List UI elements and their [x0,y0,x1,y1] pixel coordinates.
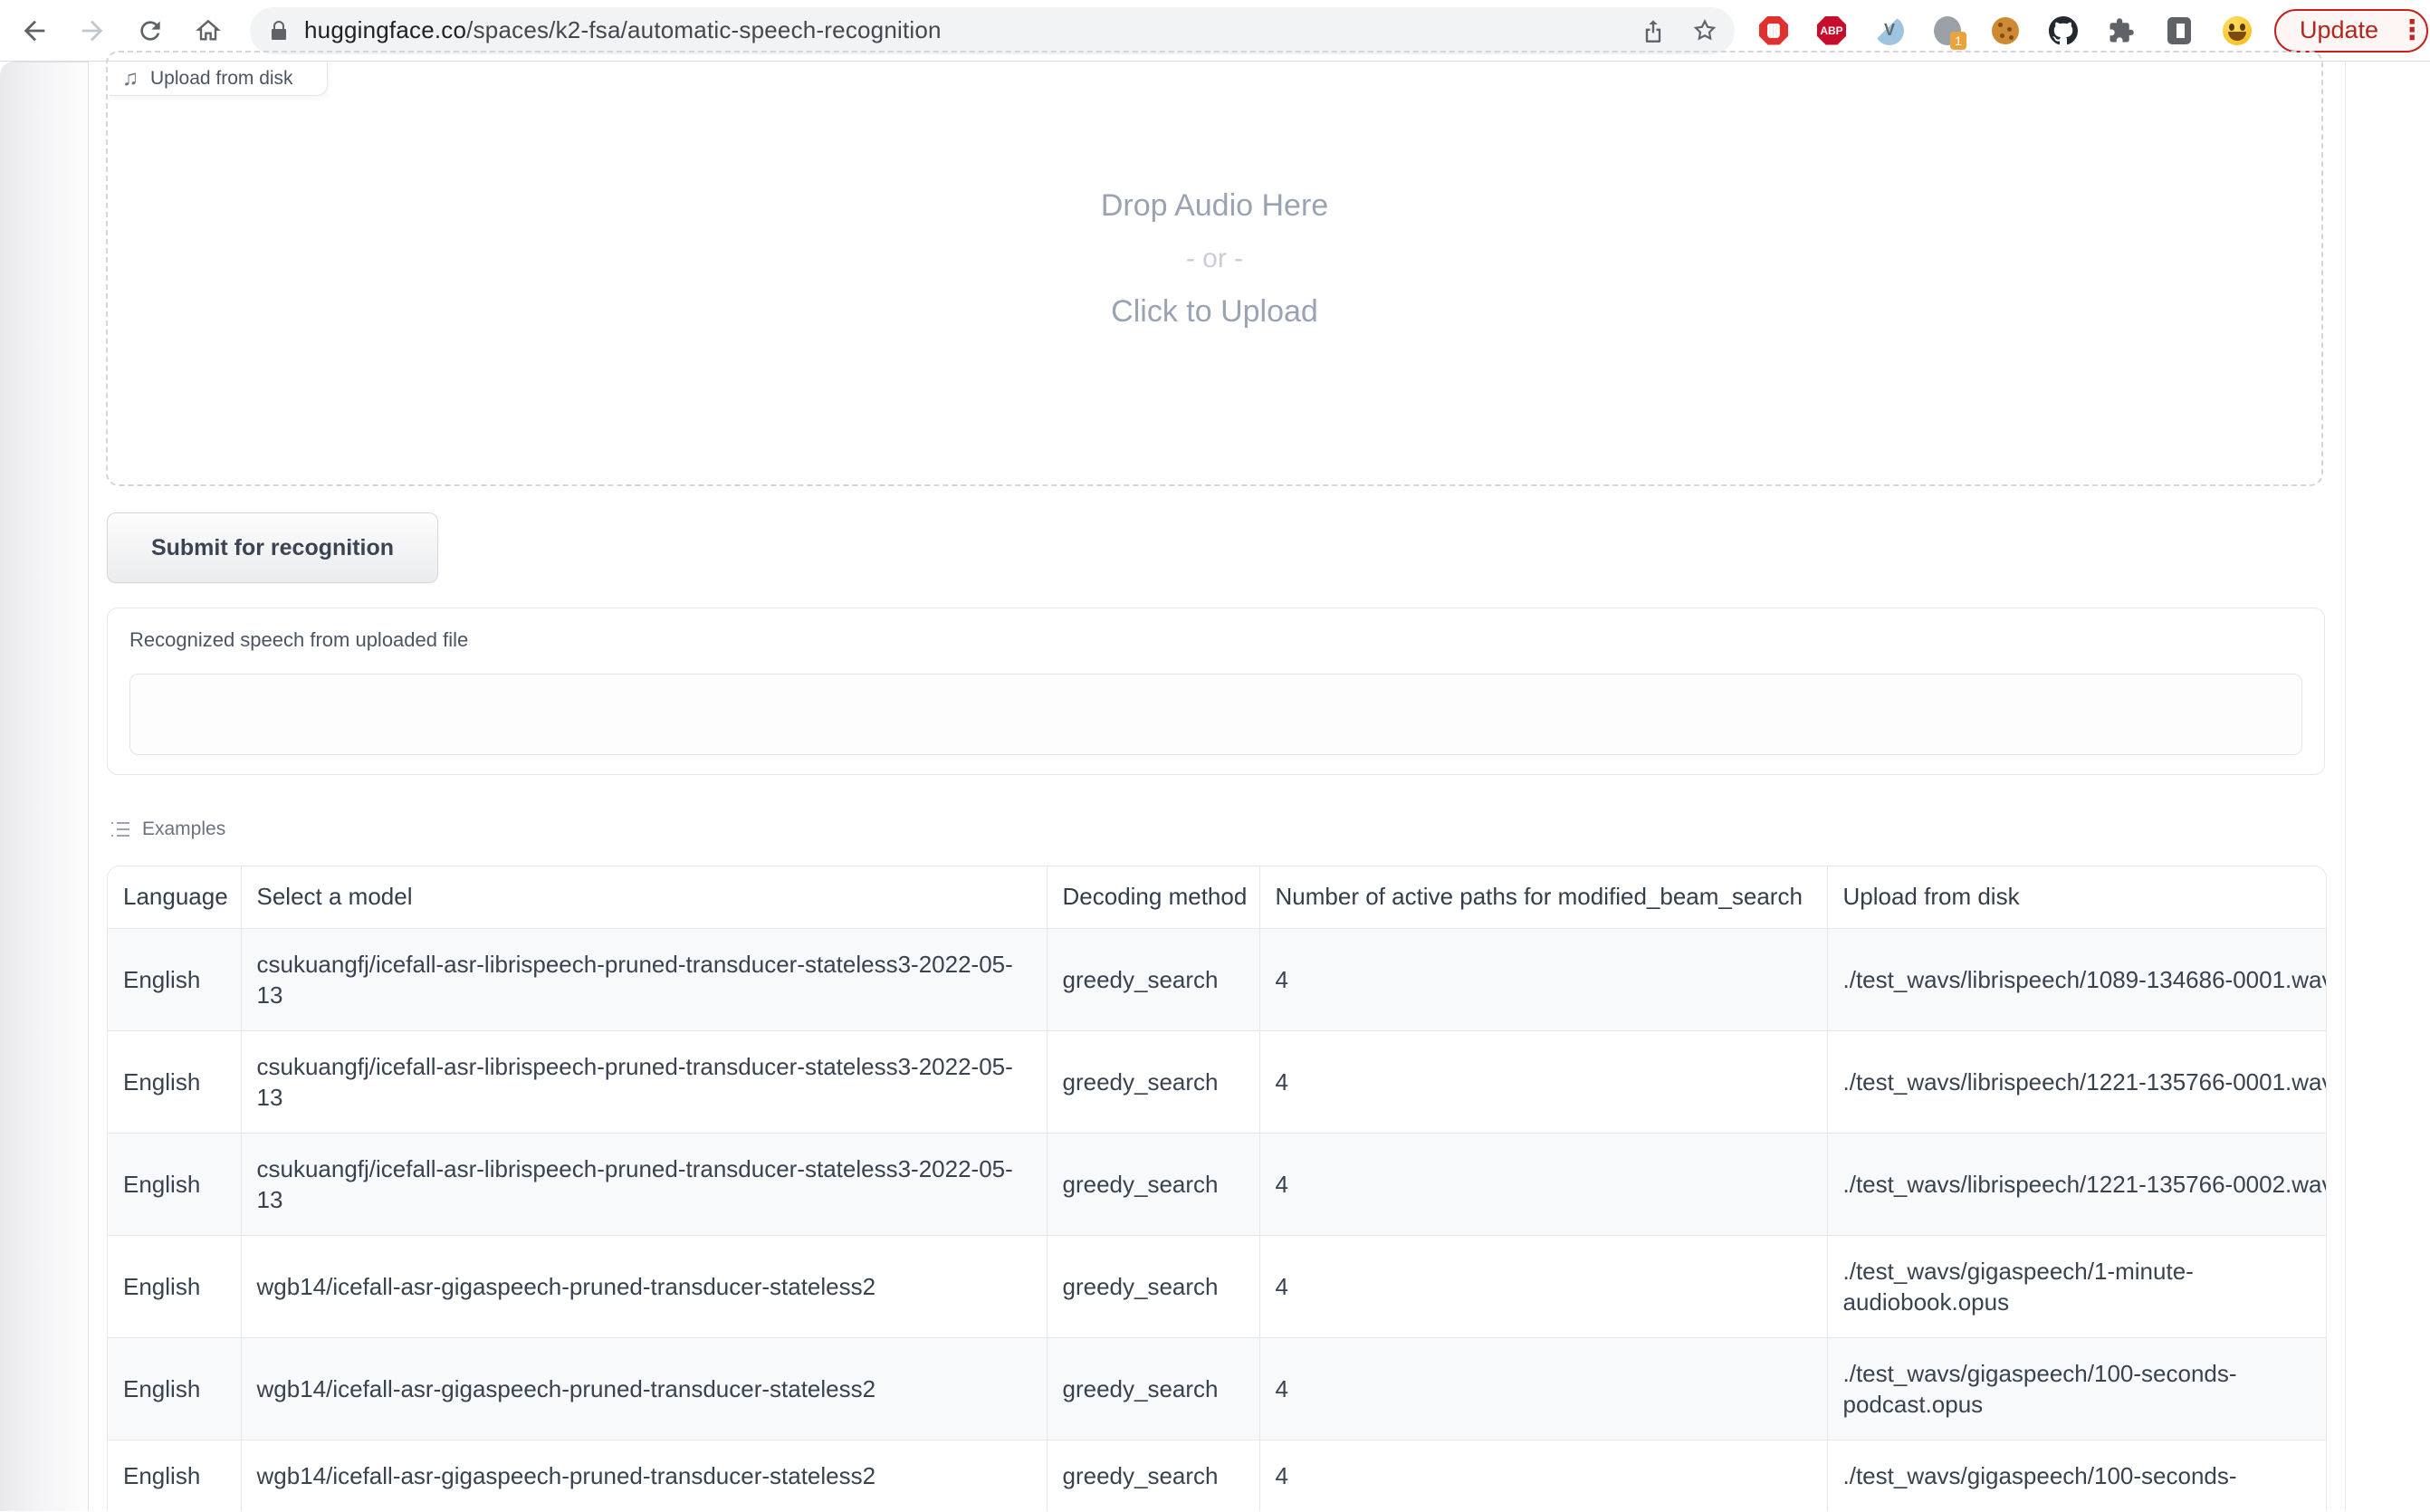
chrome-update-button[interactable]: Update ⋮ [2274,9,2428,53]
or-text: - or - [108,244,2321,274]
smiley-extension-icon[interactable] [2222,15,2253,46]
adblock-icon[interactable] [1758,15,1789,46]
back-button[interactable] [16,13,53,49]
notification-extension-icon[interactable]: 1 [1932,15,1963,46]
forward-arrow-icon [77,15,108,46]
example-row[interactable]: English csukuangfj/icefall-asr-librispee… [108,928,2327,1030]
example-row[interactable]: English csukuangfj/icefall-asr-librispee… [108,1133,2327,1235]
forward-button[interactable] [74,13,110,49]
extension-row: ABP V 1 [1758,15,2253,46]
side-panel-icon[interactable] [2164,15,2195,46]
extension-badge: 1 [1950,32,1966,50]
tab-upload-from-disk[interactable]: ♫ Upload from disk [110,62,328,96]
recognized-speech-label: Recognized speech from uploaded file [129,628,468,652]
home-icon [194,16,223,45]
col-decoding: Decoding method [1047,866,1259,928]
extensions-puzzle-icon[interactable] [2106,15,2137,46]
example-row[interactable]: English csukuangfj/icefall-asr-librispee… [108,1030,2327,1133]
click-to-upload-text[interactable]: Click to Upload [108,294,2321,330]
left-gutter [0,62,89,1511]
back-arrow-icon [19,15,50,46]
examples-table: Language Select a model Decoding method … [107,866,2327,1511]
url-text: huggingface.co/spaces/k2-fsa/automatic-s… [304,16,942,44]
bookmark-star-icon[interactable] [1691,17,1718,44]
col-upload: Upload from disk [1827,866,2327,928]
reload-icon [136,16,165,45]
col-model: Select a model [241,866,1047,928]
address-bar[interactable]: huggingface.co/spaces/k2-fsa/automatic-s… [250,7,1735,54]
examples-list-icon [110,818,131,840]
col-language: Language [108,866,241,928]
submit-for-recognition-button[interactable]: Submit for recognition [107,512,438,583]
vimium-icon[interactable]: V [1874,15,1905,46]
col-paths: Number of active paths for modified_beam… [1259,866,1827,928]
home-button[interactable] [190,13,226,49]
recognized-speech-panel: Recognized speech from uploaded file [107,608,2325,775]
abp-icon[interactable]: ABP [1816,15,1847,46]
recognized-speech-textbox[interactable] [129,674,2302,755]
examples-header: Examples [110,818,225,840]
share-icon[interactable] [1641,17,1666,44]
example-row[interactable]: English wgb14/icefall-asr-gigaspeech-pru… [108,1337,2327,1440]
table-header-row: Language Select a model Decoding method … [108,866,2327,928]
cookie-icon[interactable] [1990,15,2021,46]
music-note-icon: ♫ [122,66,139,91]
content-right-border [2345,62,2346,1511]
kebab-menu-icon: ⋮ [2398,14,2425,46]
example-row[interactable]: English wgb14/icefall-asr-gigaspeech-pru… [108,1235,2327,1337]
github-icon[interactable] [2048,15,2079,46]
drop-audio-text: Drop Audio Here [108,188,2321,224]
audio-dropzone[interactable]: Drop Audio Here - or - Click to Upload [106,51,2323,486]
page-content: Drop Audio Here - or - Click to Upload ♫… [0,62,2430,1511]
example-row[interactable]: English wgb14/icefall-asr-gigaspeech-pru… [108,1440,2327,1511]
examples-label: Examples [142,818,225,840]
lock-icon [268,18,290,43]
reload-button[interactable] [132,13,168,49]
